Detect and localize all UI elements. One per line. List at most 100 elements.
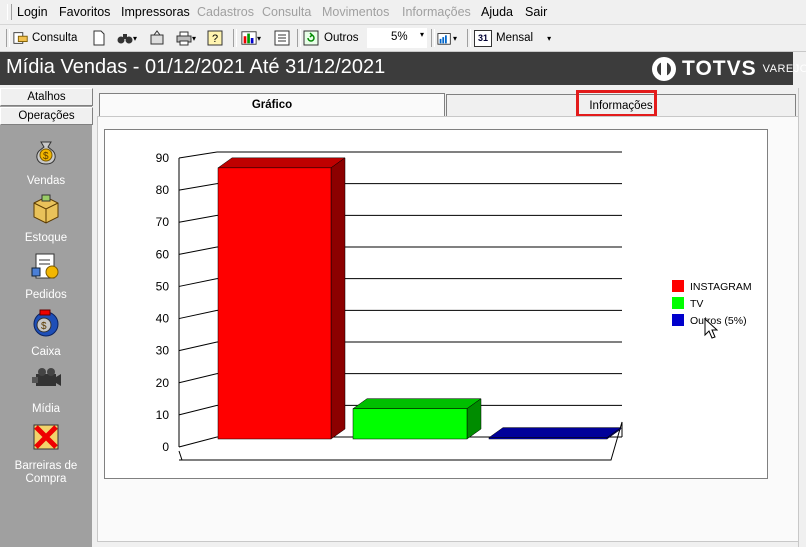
window-edge — [798, 88, 806, 547]
export-icon — [150, 30, 164, 45]
sidebar-item-label: Vendas — [26, 175, 66, 187]
menu-grip — [7, 4, 12, 20]
outros-button[interactable]: Outros — [303, 28, 359, 48]
sidebar-item-label: Caixa — [31, 346, 61, 358]
brand-logo: TOTVS VAREJO — [652, 57, 806, 81]
percent-select[interactable]: 5% ▾ — [367, 28, 427, 48]
chart-settings-icon — [437, 33, 451, 45]
y-tick-label: 70 — [156, 215, 170, 229]
chart-settings-dropdown-arrow-icon[interactable]: ▾ — [453, 34, 457, 43]
menu-impressoras[interactable]: Impressoras — [121, 5, 190, 19]
orders-icon — [31, 253, 59, 279]
legend-swatch — [672, 280, 684, 292]
toolbar-separator — [467, 29, 471, 47]
y-tick-label: 30 — [156, 344, 170, 358]
toolbar-grip — [6, 29, 10, 47]
y-tick-label: 20 — [156, 376, 170, 390]
brand-name: TOTVS — [682, 57, 757, 80]
chart-settings-button[interactable]: ▾ — [437, 28, 457, 48]
grid-perspective-line — [178, 151, 218, 159]
find-dropdown-arrow-icon[interactable]: ▾ — [133, 34, 137, 43]
sidebar-item-estoque[interactable]: Estoque — [0, 193, 92, 244]
new-document-icon — [93, 30, 105, 46]
grid-perspective-line — [178, 278, 218, 287]
brand-sub: VAREJO — [762, 63, 806, 75]
bar-chart-icon — [241, 31, 257, 45]
grid-perspective-line — [178, 373, 218, 384]
refresh-icon — [303, 30, 319, 46]
export-button[interactable] — [149, 28, 165, 48]
cash-register-icon: $ — [33, 309, 59, 337]
sidebar-item-label: Mídia — [31, 403, 61, 415]
totvs-logo-icon — [652, 57, 676, 81]
sidebar-item-caixa[interactable]: $ Caixa — [0, 307, 92, 358]
bar — [217, 167, 332, 440]
menu-cadastros: Cadastros — [197, 5, 254, 19]
calendar-icon: 31 — [474, 29, 492, 47]
print-button[interactable]: ▾ — [176, 28, 196, 48]
title-bar: Mídia Vendas - 01/12/2021 Até 31/12/2021… — [0, 52, 806, 85]
period-label: Mensal — [496, 32, 534, 44]
sidebar-item-barreiras[interactable]: Barreiras de Compra — [0, 421, 92, 486]
new-document-button[interactable] — [91, 28, 107, 48]
menu-informacoes: Informações — [402, 5, 471, 19]
legend-swatch — [672, 297, 684, 309]
y-tick-label: 10 — [156, 408, 170, 422]
y-tick-label: 60 — [156, 247, 170, 261]
svg-text:?: ? — [212, 33, 218, 45]
mouse-cursor-icon — [704, 318, 718, 339]
money-bag-icon: $ — [36, 141, 56, 165]
sidebar-item-midia[interactable]: Mídia — [0, 364, 92, 415]
atalhos-header[interactable]: Atalhos — [0, 88, 93, 106]
help-button[interactable]: ? — [207, 28, 223, 48]
chart-frame: 0 10 20 30 40 50 60 70 80 90 INSTAGRAM TV Outros (5%… — [104, 129, 768, 479]
legend-label: INSTAGRAM — [690, 281, 752, 293]
percent-value: 5% — [391, 31, 408, 43]
toolbar: Consulta ▾ ▾ ? ▾ Outros 5% ▾ ▾ 31 Mensal — [0, 25, 806, 52]
svg-text:$: $ — [43, 151, 49, 162]
menu-login[interactable]: Login — [17, 5, 48, 19]
chevron-down-icon[interactable]: ▾ — [420, 30, 424, 39]
chart-type-dropdown-arrow-icon[interactable]: ▾ — [257, 34, 261, 43]
binoculars-icon — [117, 34, 133, 44]
bar — [488, 437, 608, 440]
grid-perspective-line — [178, 436, 218, 448]
bar-side — [330, 157, 346, 440]
print-dropdown-arrow-icon[interactable]: ▾ — [192, 34, 196, 43]
list-icon — [274, 30, 290, 46]
media-camera-icon — [32, 368, 61, 386]
help-icon: ? — [207, 30, 223, 46]
menu-favoritos[interactable]: Favoritos — [59, 5, 110, 19]
menu-movimentos: Movimentos — [322, 5, 390, 19]
tab-grafico-label: Gráfico — [251, 99, 293, 111]
bar-chart: 0 10 20 30 40 50 60 70 80 90 INSTAGRAM TV Outros (5%… — [156, 151, 752, 461]
sidebar-item-label: Pedidos — [25, 289, 67, 301]
box-icon — [33, 194, 59, 224]
find-button[interactable]: ▾ — [117, 28, 137, 48]
bar — [352, 408, 468, 440]
highlight-box — [576, 90, 657, 117]
grid-perspective-line — [178, 404, 218, 416]
page-title: Mídia Vendas - 01/12/2021 Até 31/12/2021 — [6, 56, 386, 78]
y-tick-label: 0 — [162, 440, 169, 454]
y-tick-label: 90 — [156, 151, 170, 165]
period-select[interactable]: 31 Mensal ▾ — [474, 28, 551, 48]
consulta-button[interactable]: Consulta — [13, 28, 77, 48]
legend-label: Outros (5%) — [690, 315, 747, 327]
y-tick-label: 40 — [156, 312, 170, 326]
barrier-icon — [33, 424, 59, 450]
legend-toggle-button[interactable] — [274, 28, 290, 48]
menu-ajuda[interactable]: Ajuda — [481, 5, 513, 19]
bar-top — [352, 398, 482, 409]
sidebar-item-label: Estoque — [24, 232, 68, 244]
chart-type-button[interactable]: ▾ — [241, 28, 261, 48]
sidebar-item-vendas[interactable]: $ Vendas — [0, 136, 92, 187]
menu-consulta: Consulta — [262, 5, 312, 19]
consulta-icon — [13, 32, 28, 44]
period-dropdown-arrow-icon[interactable]: ▾ — [547, 34, 551, 43]
menu-sair[interactable]: Sair — [525, 5, 547, 19]
operacoes-header[interactable]: Operações — [0, 107, 93, 125]
bar-top — [488, 427, 622, 438]
sidebar-item-pedidos[interactable]: Pedidos — [0, 250, 92, 301]
legend-swatch — [672, 314, 684, 326]
